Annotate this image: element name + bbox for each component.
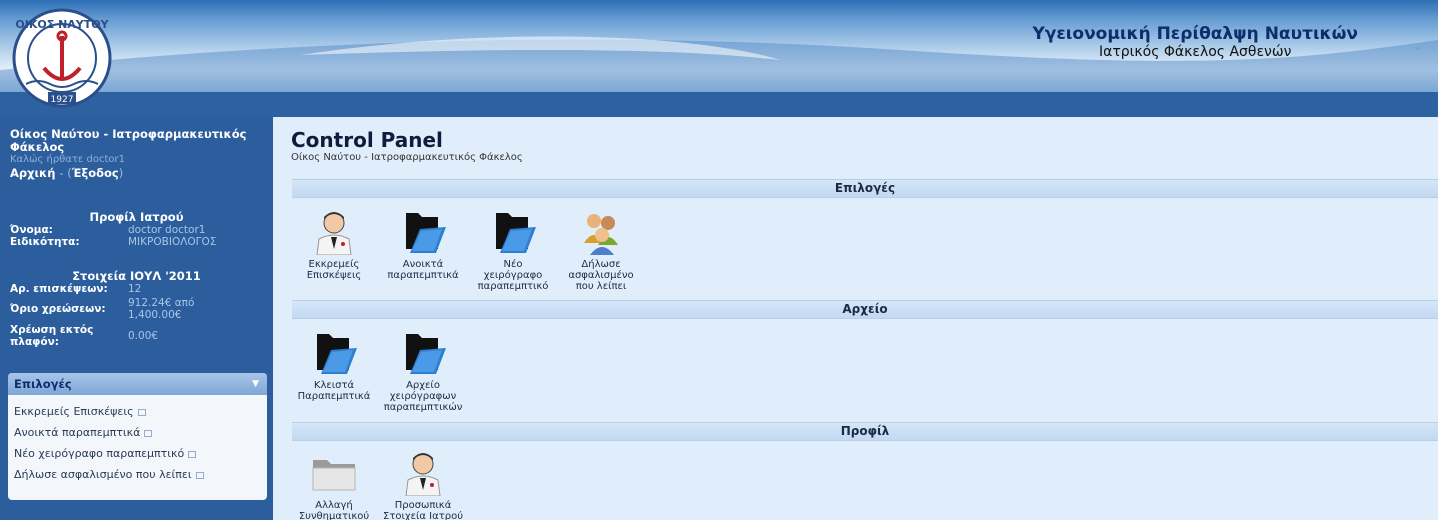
site-header: ΟΙΚΟΣ ΝΑΥΤΟΥ 1927 Υγειονομική Περίθαλψη … (0, 0, 1438, 117)
logout-link[interactable]: Έξοδος (72, 166, 119, 180)
options-panel-header[interactable]: Επιλογές ▼ (8, 373, 267, 395)
sidebar-nav-links: Αρχική - (Έξοδος) (10, 166, 124, 180)
options-list: Εκκρεμείς Επισκέψεις Ανοικτά παραπεμπτικ… (8, 395, 267, 491)
oikos-naftou-logo[interactable]: ΟΙΚΟΣ ΝΑΥΤΟΥ 1927 (8, 6, 116, 110)
extra-charge-row: Χρέωση εκτός πλαφόν: 0.00€ (0, 324, 273, 348)
limit-label: Όριο χρεώσεων: (10, 303, 106, 315)
specialty-value: ΜΙΚΡΟΒΙΟΛΟΓΟΣ (128, 236, 217, 248)
tile-pending-visits[interactable]: Εκκρεμείς Επισκέψεις (289, 209, 379, 281)
tile-handwritten-archive[interactable]: Αρχείο χειρόγραφων παραπεμπτικών (378, 330, 468, 413)
tile-open-referrals[interactable]: Ανοικτά παραπεμπτικά (378, 209, 468, 281)
profile-specialty-row: Ειδικότητα: ΜΙΚΡΟΒΙΟΛΟΓΟΣ (0, 236, 273, 248)
visits-row: Αρ. επισκέψεων: 12 (0, 283, 273, 295)
sidebar-site-name: Οίκος Ναύτου - Ιατροφαρμακευτικός Φάκελο… (10, 127, 247, 154)
site-title: Υγειονομική Περίθαλψη Ναυτικών (1032, 24, 1358, 44)
name-value: doctor doctor1 (128, 224, 206, 236)
section-options-bar: Επιλογές (292, 179, 1438, 198)
site-subtitle: Ιατρικός Φάκελος Ασθενών (1099, 44, 1292, 60)
doctor-icon (309, 209, 359, 256)
chevron-down-icon[interactable]: ⌄ (1412, 38, 1424, 54)
folder-icon (488, 209, 538, 255)
option-open-referrals[interactable]: Ανοικτά παραπεμπτικά (14, 422, 261, 443)
profile-title: Προφίλ Ιατρού (89, 210, 184, 224)
specialty-label: Ειδικότητα: (10, 236, 80, 248)
visits-label: Αρ. επισκέψεων: (10, 283, 108, 295)
limit-row: Όριο χρεώσεων: 912.24€ από 1,400.00€ (0, 297, 273, 321)
extra-charge-value: 0.00€ (128, 330, 159, 342)
users-icon (576, 209, 626, 255)
welcome-text: Καλώς ήρθατε doctor1 (10, 154, 125, 165)
page-subtitle: Οίκος Ναύτου - Ιατροφαρμακευτικός Φάκελο… (291, 152, 523, 163)
profile-name-row: Όνομα: doctor doctor1 (0, 224, 273, 236)
extra-charge-label: Χρέωση εκτός πλαφόν: (10, 324, 94, 348)
options-panel-title: Επιλογές (14, 377, 72, 391)
page-title: Control Panel (291, 128, 443, 152)
tile-new-handwritten-referral[interactable]: Νέο χειρόγραφο παραπεμπτικό (468, 209, 558, 292)
tile-closed-referrals[interactable]: Κλειστά Παραπεμπτικά (289, 330, 379, 402)
external-link-icon (144, 429, 153, 437)
tile-change-password[interactable]: Αλλαγή Συνθηματικού (289, 450, 379, 520)
stats-title: Στοιχεία ΙΟΥΛ '2011 (72, 269, 201, 283)
home-link[interactable]: Αρχική (10, 166, 55, 180)
folder-icon (398, 209, 448, 255)
sidebar-options-panel: Επιλογές ▼ Εκκρεμείς Επισκέψεις Ανοικτά … (8, 373, 267, 500)
site-title-block: Υγειονομική Περίθαλψη Ναυτικών Ιατρικός … (1032, 24, 1358, 60)
gray-folder-icon (309, 450, 359, 496)
external-link-icon (188, 450, 197, 458)
external-link-icon (137, 408, 146, 416)
collapse-caret-icon[interactable]: ▼ (252, 373, 259, 395)
option-new-handwritten-referral[interactable]: Νέο χειρόγραφο παραπεμπτικό (14, 443, 261, 464)
section-archive-bar: Αρχείο (292, 300, 1438, 319)
folder-icon (309, 330, 359, 376)
visits-value: 12 (128, 283, 142, 295)
option-declare-missing-insured[interactable]: Δήλωσε ασφαλισμένο που λείπει (14, 464, 261, 485)
section-profile-bar: Προφίλ (292, 422, 1438, 441)
tile-personal-details[interactable]: Προσωπικά Στοιχεία Ιατρού (378, 450, 468, 520)
sidebar: Οίκος Ναύτου - Ιατροφαρμακευτικός Φάκελο… (0, 117, 273, 520)
doctor-icon (398, 450, 448, 497)
control-panel-main: Control Panel Οίκος Ναύτου - Ιατροφαρμακ… (273, 117, 1438, 520)
name-label: Όνομα: (10, 224, 53, 236)
option-pending-visits[interactable]: Εκκρεμείς Επισκέψεις (14, 401, 261, 422)
external-link-icon (195, 471, 204, 479)
limit-value: 912.24€ από 1,400.00€ (128, 297, 195, 321)
tile-declare-missing-insured[interactable]: Δήλωσε ασφαλισμένο που λείπει (556, 209, 646, 292)
svg-text:1927: 1927 (51, 95, 74, 105)
folder-icon (398, 330, 448, 376)
svg-text:ΟΙΚΟΣ ΝΑΥΤΟΥ: ΟΙΚΟΣ ΝΑΥΤΟΥ (15, 18, 109, 31)
